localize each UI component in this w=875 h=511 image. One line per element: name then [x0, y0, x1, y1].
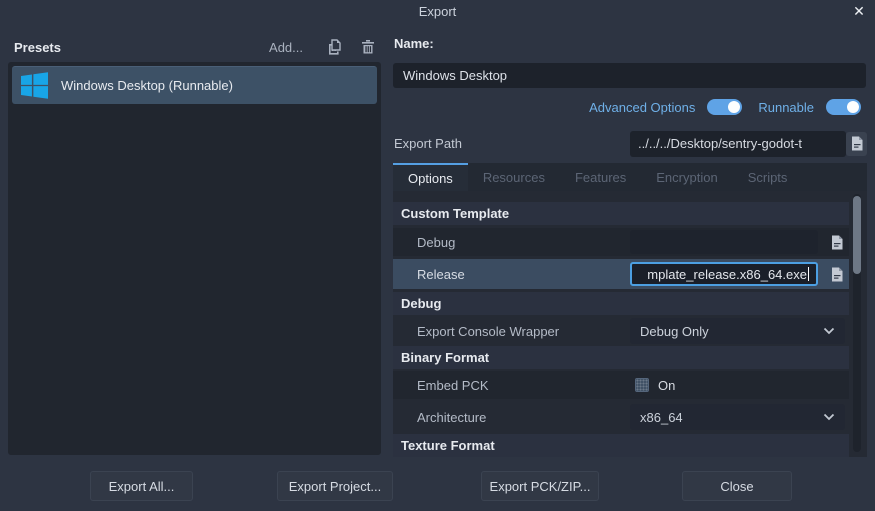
browse-path-button[interactable] [846, 132, 867, 156]
options-scrollbar-thumb[interactable] [853, 196, 861, 274]
export-path-input[interactable]: ../../../Desktop/sentry-godot-t [630, 131, 846, 157]
preset-item-label: Windows Desktop (Runnable) [61, 78, 233, 93]
runnable-label: Runnable [758, 100, 814, 115]
section-texture-format: Texture Format [393, 434, 849, 457]
option-row-release-template[interactable]: Release mplate_release.x86_64.exe [393, 259, 849, 289]
presets-header-row: Presets Add... [14, 36, 377, 58]
dialog-title: Export [0, 4, 875, 19]
delete-preset-button[interactable] [359, 38, 377, 56]
duplicate-icon [326, 39, 343, 56]
name-input[interactable]: Windows Desktop [393, 63, 866, 88]
add-preset-button[interactable]: Add... [269, 40, 303, 55]
export-tabs: Options Resources Features Encryption Sc… [393, 163, 867, 191]
tab-scripts[interactable]: Scripts [733, 163, 803, 191]
architecture-label: Architecture [393, 410, 486, 425]
embed-pck-checkbox[interactable] [635, 378, 649, 392]
debug-template-browse-button[interactable] [827, 235, 847, 250]
close-button[interactable]: Close [682, 471, 792, 501]
export-all-button[interactable]: Export All... [90, 471, 193, 501]
toggle-knob [728, 101, 740, 113]
tab-encryption[interactable]: Encryption [641, 163, 732, 191]
option-row-embed-pck: Embed PCK On [393, 371, 849, 399]
embed-pck-state: On [658, 378, 675, 393]
option-row-debug-template: Debug [393, 228, 849, 256]
section-binary-format: Binary Format [393, 346, 849, 369]
chevron-down-icon [823, 327, 835, 335]
preset-item-windows-desktop[interactable]: Windows Desktop (Runnable) [12, 66, 377, 104]
architecture-dropdown[interactable]: x86_64 [630, 404, 845, 430]
debug-template-label: Debug [393, 235, 455, 250]
presets-list: Windows Desktop (Runnable) [8, 62, 381, 455]
embed-pck-label: Embed PCK [393, 378, 489, 393]
export-path-label: Export Path [394, 136, 462, 151]
advanced-options-toggle[interactable] [707, 99, 742, 115]
release-template-value: mplate_release.x86_64.exe [647, 267, 807, 282]
release-template-label: Release [393, 267, 465, 282]
file-icon [850, 136, 864, 151]
chevron-down-icon [823, 413, 835, 421]
export-dialog: { "window": { "title": "Export", "close_… [0, 0, 875, 511]
options-panel: Custom Template Debug Release mplate_rel… [393, 191, 867, 457]
tab-resources[interactable]: Resources [468, 163, 560, 191]
windows-logo-icon [21, 72, 48, 99]
text-caret [808, 267, 809, 281]
tab-options[interactable]: Options [393, 163, 468, 191]
option-row-architecture: Architecture x86_64 [393, 403, 849, 431]
console-wrapper-value: Debug Only [640, 324, 709, 339]
export-path-value: ../../../Desktop/sentry-godot-t [638, 136, 802, 151]
presets-title: Presets [14, 40, 269, 55]
export-settings-pane: Name: Windows Desktop Advanced Options R… [393, 30, 867, 457]
advanced-options-label: Advanced Options [589, 100, 695, 115]
export-pck-zip-button[interactable]: Export PCK/ZIP... [481, 471, 599, 501]
release-template-input[interactable]: mplate_release.x86_64.exe [630, 262, 818, 286]
close-icon[interactable]: ✕ [850, 2, 868, 20]
export-path-row: Export Path ../../../Desktop/sentry-godo… [394, 130, 867, 157]
console-wrapper-dropdown[interactable]: Debug Only [630, 318, 845, 344]
release-template-browse-button[interactable] [827, 267, 847, 282]
architecture-value: x86_64 [640, 410, 683, 425]
toggle-knob [847, 101, 859, 113]
option-row-console-wrapper: Export Console Wrapper Debug Only [393, 317, 849, 345]
debug-template-input[interactable] [630, 230, 818, 254]
section-custom-template: Custom Template [393, 202, 849, 225]
trash-icon [360, 39, 376, 55]
duplicate-preset-button[interactable] [325, 38, 343, 56]
section-debug: Debug [393, 292, 849, 315]
name-label: Name: [394, 36, 434, 51]
toggles-row: Advanced Options Runnable [589, 99, 865, 115]
runnable-toggle[interactable] [826, 99, 861, 115]
console-wrapper-label: Export Console Wrapper [393, 324, 559, 339]
export-project-button[interactable]: Export Project... [277, 471, 393, 501]
name-input-value: Windows Desktop [403, 68, 507, 83]
tab-features[interactable]: Features [560, 163, 641, 191]
